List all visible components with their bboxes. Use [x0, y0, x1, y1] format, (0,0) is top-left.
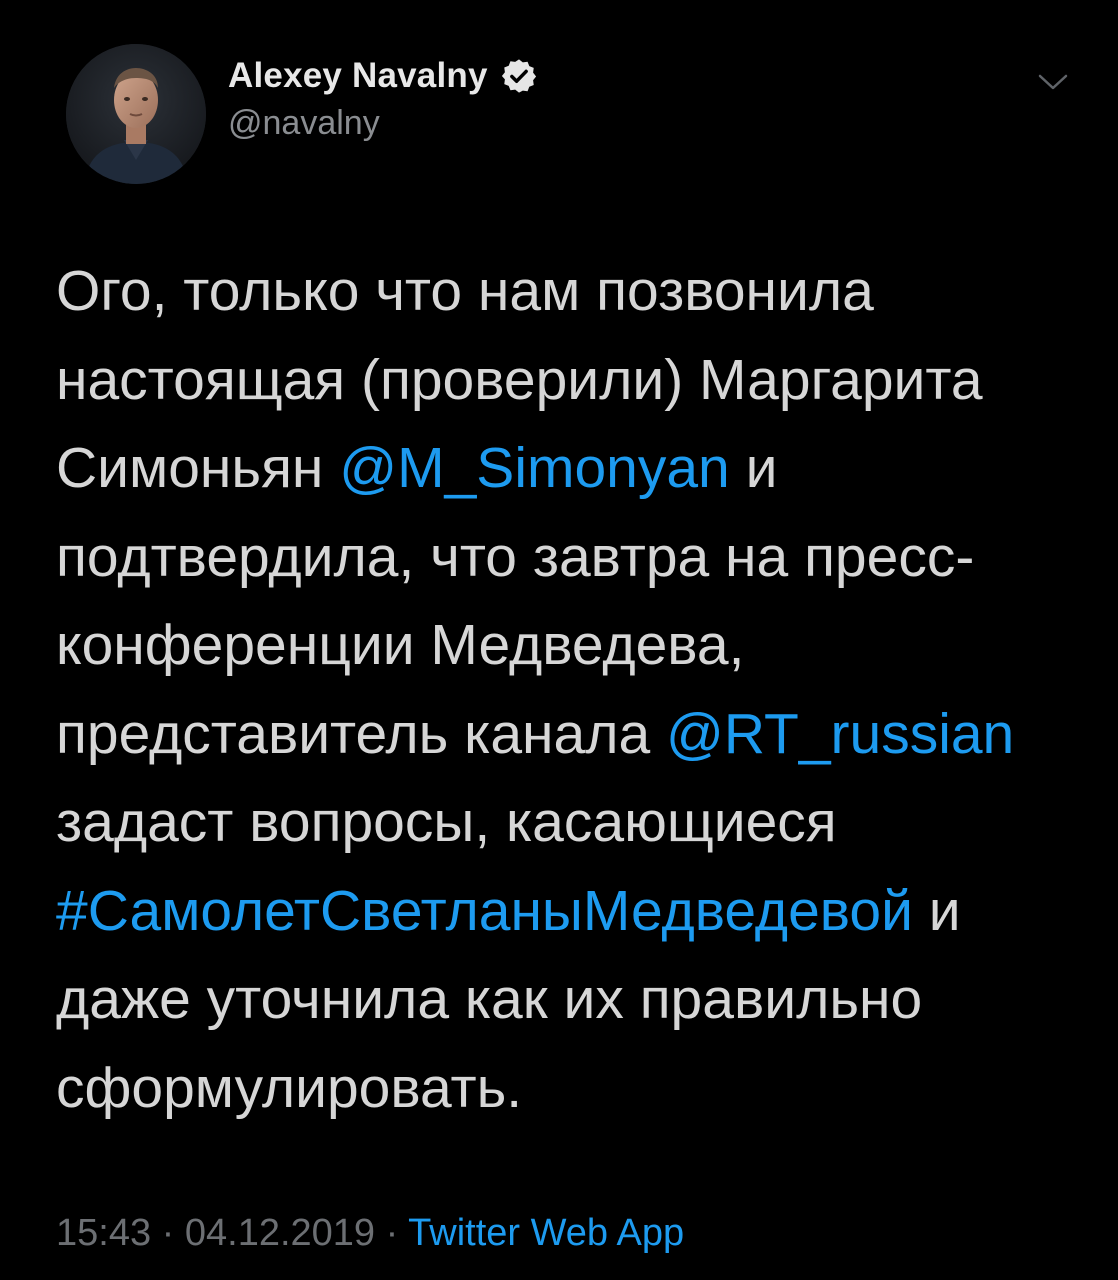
- tweet-text-segment: сформулировать.: [56, 1055, 523, 1120]
- tweet-source-link[interactable]: Twitter Web App: [408, 1212, 684, 1254]
- tweet-text-line: Ого, только что нам позвонила: [56, 247, 1066, 336]
- tweet-text-segment: подтвердила, что завтра на пресс-: [56, 524, 975, 589]
- tweet-text-segment: представитель канала: [56, 701, 666, 766]
- display-name[interactable]: Alexey Navalny: [228, 56, 488, 96]
- hashtag-link[interactable]: #СамолетСветланыМедведевой: [56, 879, 913, 943]
- chevron-down-icon[interactable]: [1028, 62, 1078, 102]
- tweet-card: Alexey Navalny @navalny Ого, только что …: [0, 0, 1118, 1280]
- tweet-text-line: #СамолетСветланыМедведевой и: [56, 867, 1066, 956]
- tweet-text-segment: Симоньян: [56, 436, 340, 500]
- name-row[interactable]: Alexey Navalny: [228, 52, 538, 100]
- mention-link[interactable]: @M_Simonyan: [339, 436, 730, 500]
- tweet-text-line: задаст вопросы, касающиеся: [56, 778, 1066, 867]
- tweet-date[interactable]: 04.12.2019: [185, 1212, 375, 1254]
- tweet-text-line: настоящая (проверили) Маргарита: [56, 336, 1066, 425]
- tweet-text-segment: конференции Медведева,: [56, 613, 745, 677]
- mention-link[interactable]: @RT_russian: [666, 702, 1014, 766]
- tweet-text-segment: даже уточнила как их правильно: [56, 967, 923, 1031]
- meta-separator: ·: [151, 1212, 185, 1254]
- tweet-time[interactable]: 15:43: [56, 1212, 151, 1254]
- user-handle[interactable]: @navalny: [228, 104, 538, 143]
- meta-separator: ·: [375, 1212, 409, 1254]
- tweet-text-segment: настоящая (проверили) Маргарита: [56, 347, 983, 412]
- tweet-meta: 15:43 · 04.12.2019 · Twitter Web App: [56, 1212, 684, 1255]
- tweet-text-line: Симоньян @M_Simonyan и: [56, 424, 1066, 513]
- verified-badge-icon: [500, 57, 538, 95]
- tweet-text-segment: задаст вопросы, касающиеся: [56, 790, 837, 854]
- tweet-text: Ого, только что нам позвонила настоящая (…: [56, 247, 1066, 1132]
- tweet-text-line: сформулировать.: [56, 1044, 1066, 1133]
- tweet-text-segment: и: [729, 436, 778, 500]
- tweet-text-line: представитель канала @RT_russian: [56, 690, 1066, 779]
- tweet-text-line: подтвердила, что завтра на пресс-: [56, 513, 1066, 602]
- tweet-text-line: даже уточнила как их правильно: [56, 955, 1066, 1044]
- tweet-text-segment: и: [912, 878, 961, 943]
- author-block: Alexey Navalny @navalny: [228, 52, 538, 143]
- tweet-text-line: конференции Медведева,: [56, 601, 1066, 690]
- avatar-photo: [66, 44, 206, 184]
- avatar[interactable]: [66, 44, 206, 184]
- tweet-text-segment: Ого, только что нам позвонила: [56, 259, 874, 323]
